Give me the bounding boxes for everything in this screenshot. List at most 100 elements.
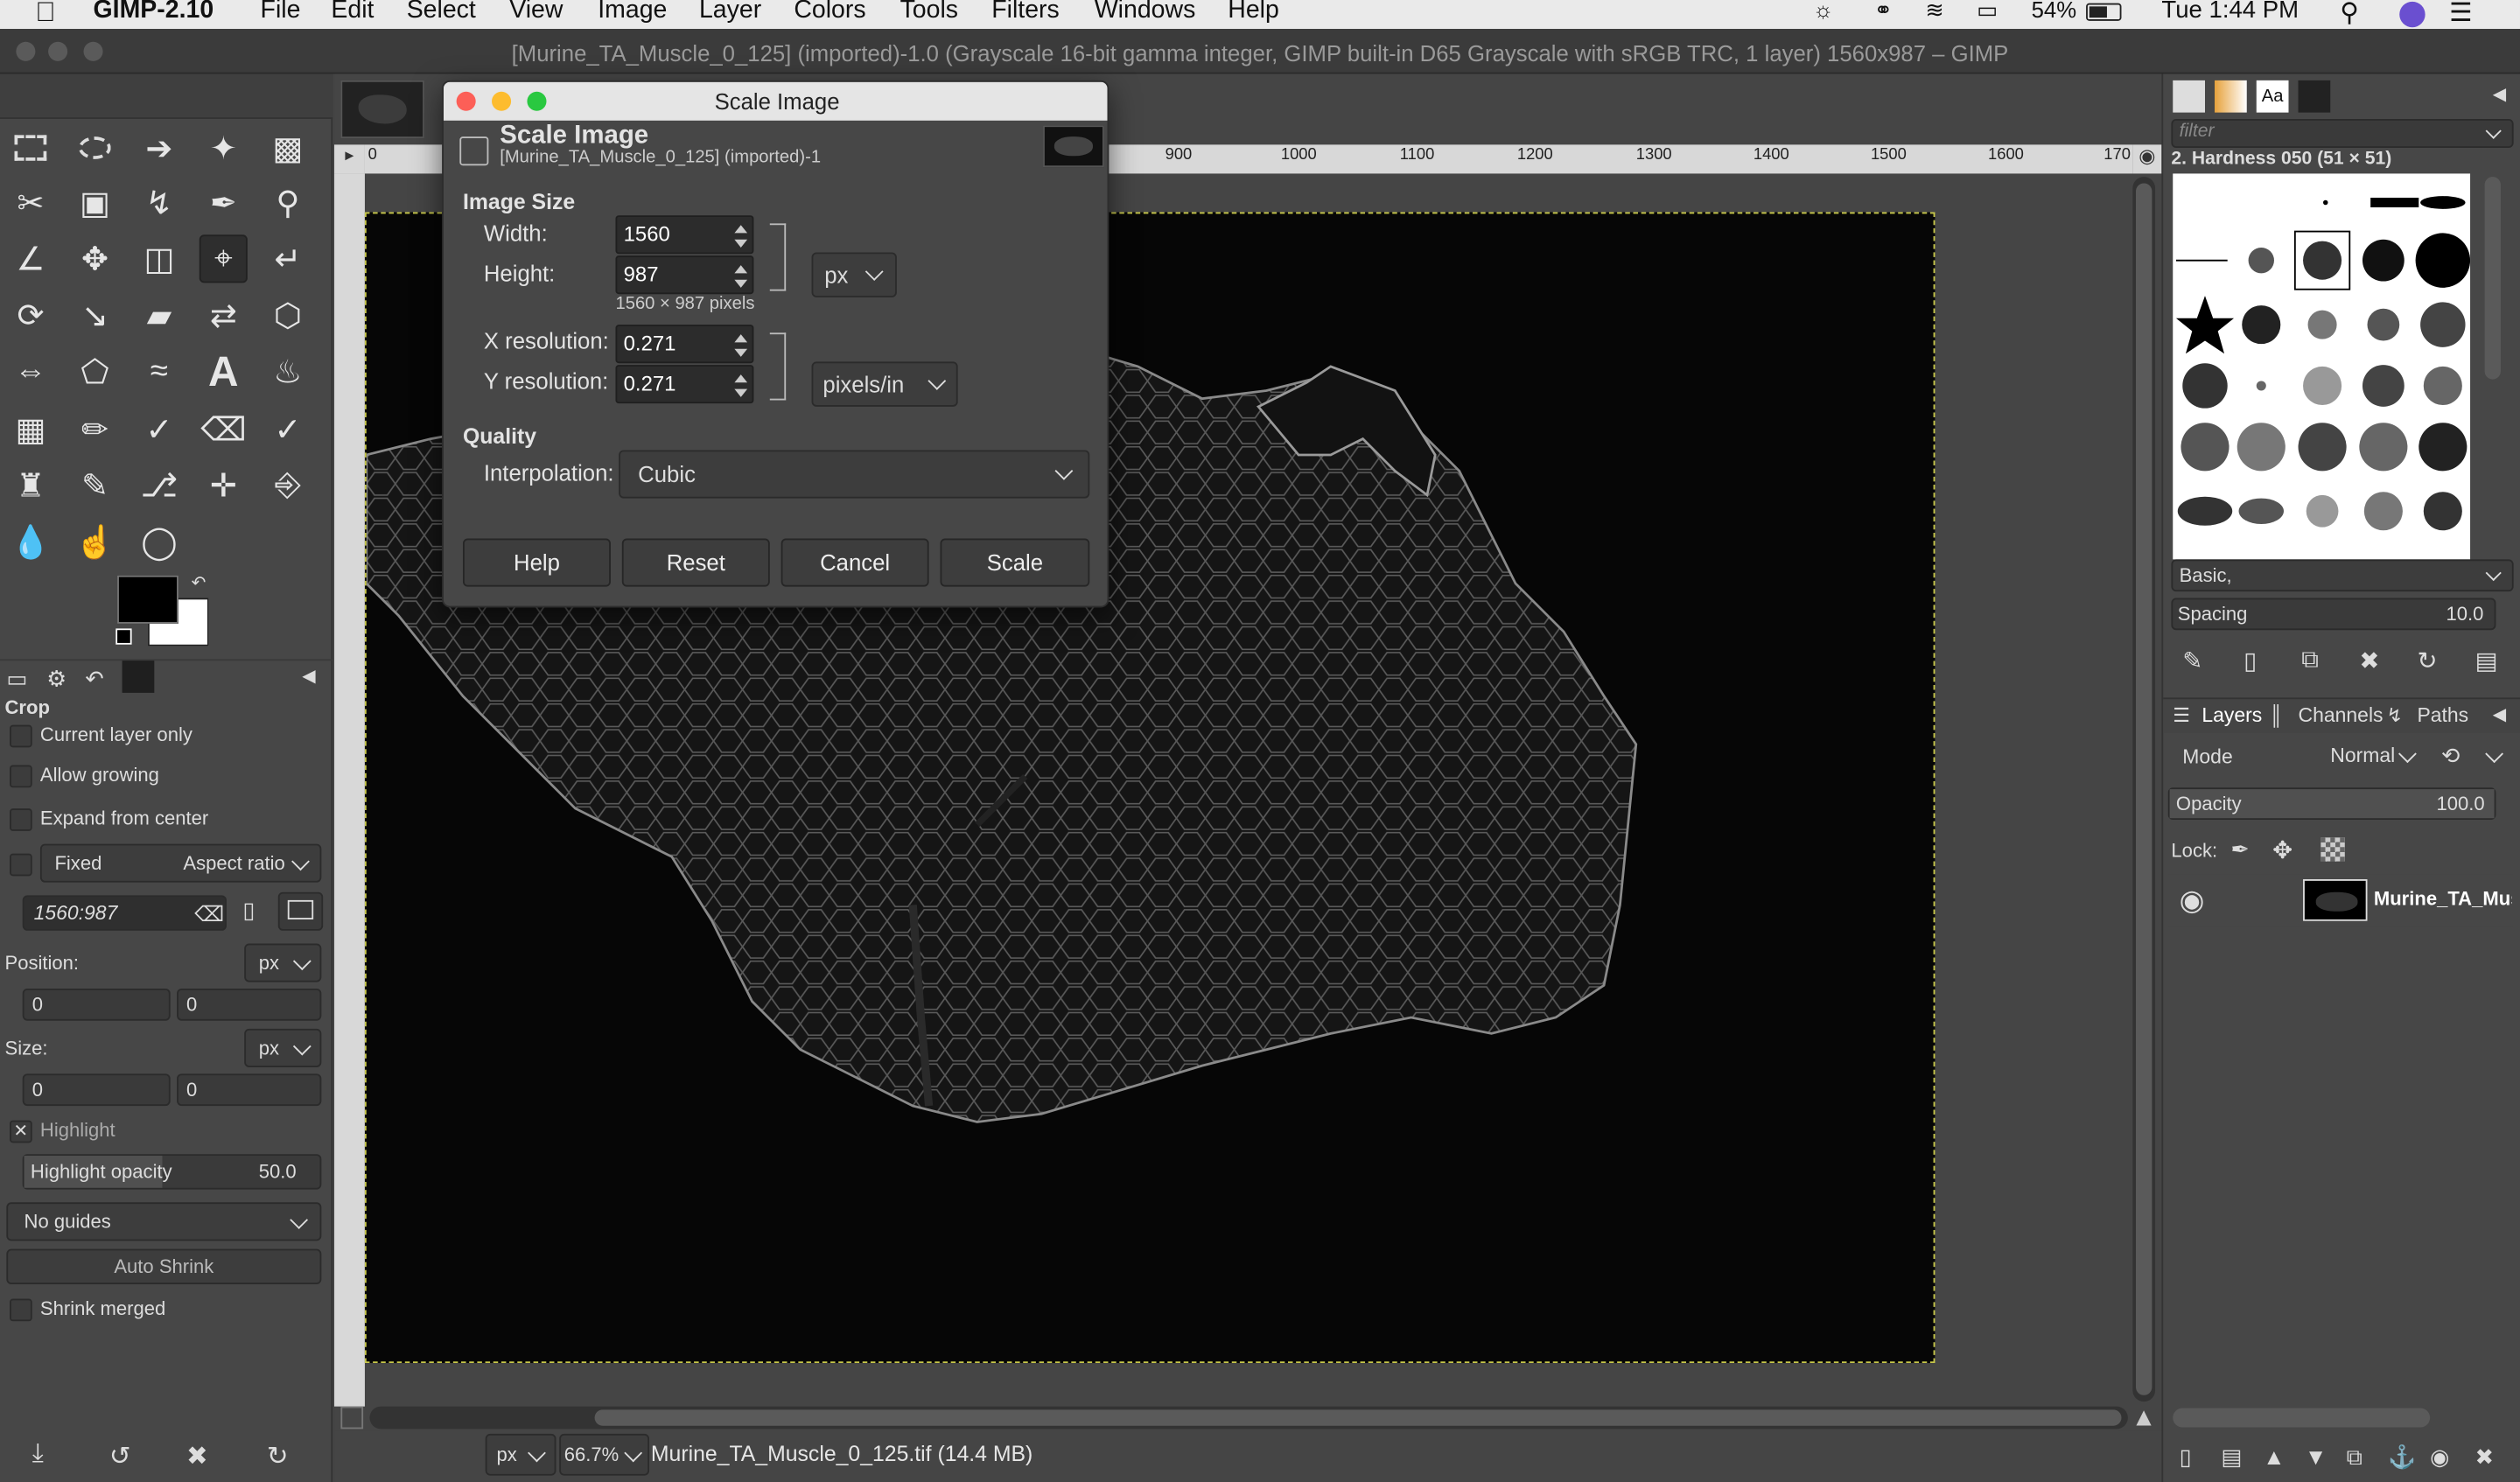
select-by-color-tool-icon[interactable]: ▩ — [263, 123, 312, 171]
apple-icon[interactable]:  — [35, 0, 55, 29]
eye-icon[interactable]: ◉ — [2180, 884, 2205, 919]
menu-filters[interactable]: Filters — [991, 0, 1060, 25]
reset-mode-icon[interactable]: ⟲ — [2441, 743, 2460, 770]
menu-file[interactable]: File — [261, 0, 301, 25]
navigate-arrow-icon[interactable]: ▲ — [2132, 1405, 2157, 1434]
delete-brush-icon[interactable]: ✖ — [2359, 647, 2379, 675]
resolution-chain-link-icon[interactable] — [769, 332, 787, 401]
bucket-fill-tool-icon[interactable]: ♨ — [263, 347, 312, 395]
interpolation-dropdown[interactable]: Cubic — [619, 450, 1090, 499]
vertical-scrollbar[interactable] — [2132, 177, 2156, 1402]
perspective-clone-tool-icon[interactable]: ⎆ — [263, 461, 312, 509]
expand-from-center-checkbox[interactable] — [10, 808, 32, 831]
device-status-tab-icon[interactable]: ⚙ — [46, 666, 66, 693]
siri-icon[interactable] — [2399, 1, 2426, 28]
duplicate-layer-icon[interactable]: ⧉ — [2347, 1444, 2362, 1471]
reset-button[interactable]: Reset — [621, 538, 770, 587]
creative-cloud-icon[interactable]: ☼ — [1813, 0, 1834, 23]
x-resolution-decrement[interactable] — [734, 348, 748, 357]
navigate-icon[interactable] — [340, 1406, 364, 1430]
zoom-dropdown[interactable]: 66.7% — [559, 1433, 650, 1476]
pencil-tool-icon[interactable]: ✏ — [71, 405, 119, 453]
layers-menu-icon[interactable]: ◀ — [2493, 704, 2507, 725]
width-decrement[interactable] — [734, 239, 748, 248]
layer-mode-dropdown[interactable]: Normal — [2320, 738, 2424, 776]
dialog-close-button[interactable] — [456, 91, 476, 111]
warp-tool-icon[interactable]: ≈ — [135, 347, 183, 395]
edit-brush-icon[interactable]: ✎ — [2182, 647, 2202, 675]
tool-options-tab-icon[interactable]: ▭ — [6, 666, 27, 693]
patterns-tab-icon[interactable] — [2215, 80, 2247, 113]
foreground-select-tool-icon[interactable]: ▣ — [71, 178, 119, 227]
allow-growing-checkbox[interactable] — [10, 765, 32, 788]
refresh-brushes-icon[interactable]: ↻ — [2417, 647, 2437, 675]
brush-grid[interactable] — [2173, 173, 2471, 560]
size-unit-dropdown[interactable]: px — [244, 1028, 322, 1067]
measure-tool-icon[interactable]: ∠ — [6, 234, 54, 283]
lock-alpha-icon[interactable] — [2320, 837, 2345, 862]
move-tool-icon[interactable]: ✥ — [71, 234, 119, 283]
configure-tab-icon[interactable]: ◀ — [302, 666, 316, 686]
vertical-scrollbar-thumb[interactable] — [2136, 183, 2152, 1395]
rect-select-tool-icon[interactable] — [6, 123, 54, 171]
lock-position-icon[interactable]: ✥ — [2272, 835, 2292, 864]
brush-filter-input[interactable]: filter — [2171, 118, 2514, 149]
lower-layer-icon[interactable]: ▼ — [2305, 1444, 2327, 1469]
menu-image[interactable]: Image — [598, 0, 667, 25]
menu-layer[interactable]: Layer — [699, 0, 761, 25]
scale-tool-icon[interactable]: ↘ — [71, 291, 119, 339]
airbrush-tool-icon[interactable]: ✓ — [263, 405, 312, 453]
x-resolution-increment[interactable] — [734, 334, 748, 343]
free-select-tool-icon[interactable]: ➔ — [135, 123, 183, 171]
align-tool-icon[interactable]: ◫ — [135, 234, 183, 283]
dodge-burn-tool-icon[interactable]: ◯ — [135, 518, 183, 566]
portrait-icon[interactable]: ▯ — [242, 897, 255, 924]
width-input[interactable]: 1560 — [615, 215, 754, 255]
size-unit-dropdown[interactable]: px — [811, 252, 897, 297]
highlight-checkbox[interactable]: ✕ — [10, 1120, 32, 1143]
blur-tool-icon[interactable]: 💧 — [6, 518, 54, 566]
new-layer-icon[interactable]: ▯ — [2180, 1444, 2192, 1471]
fixed-checkbox[interactable] — [10, 853, 32, 877]
menu-select[interactable]: Select — [407, 0, 476, 25]
clear-icon[interactable]: ⌫ — [194, 902, 224, 927]
scissors-tool-icon[interactable]: ✂ — [6, 178, 54, 227]
spacing-slider[interactable]: Spacing 10.0 — [2171, 598, 2496, 631]
fuzzy-select-tool-icon[interactable]: ✦ — [200, 123, 248, 171]
shear-tool-icon[interactable]: ▰ — [135, 291, 183, 339]
perspective-tool-icon[interactable]: ⬡ — [263, 291, 312, 339]
layers-scrollbar[interactable] — [2173, 1408, 2431, 1428]
delete-layer-icon[interactable]: ✖ — [2475, 1444, 2495, 1471]
y-resolution-input[interactable]: 0.271 — [615, 365, 754, 404]
fonts-tab-icon[interactable]: Aa — [2256, 80, 2289, 113]
layer-row[interactable]: ◉ Murine_TA_Musc — [2167, 874, 2514, 926]
tab-paths[interactable]: Paths — [2417, 704, 2468, 727]
help-button[interactable]: Help — [462, 538, 611, 587]
text-tool-icon[interactable]: A — [200, 346, 248, 395]
paths-tool-icon[interactable]: ↯ — [135, 178, 183, 227]
airplay-icon[interactable]: ▭ — [1977, 0, 1998, 24]
mypaint-brush-tool-icon[interactable]: ✎ — [71, 461, 119, 509]
size-h-input[interactable]: 0 — [177, 1073, 322, 1107]
foreground-color-swatch[interactable] — [117, 575, 178, 624]
mask-layer-icon[interactable]: ◉ — [2430, 1444, 2449, 1471]
open-brush-as-image-icon[interactable]: ▤ — [2475, 647, 2498, 675]
clone-tool-icon[interactable]: ⎇ — [135, 461, 183, 509]
cage-transform-tool-icon[interactable]: ⬠ — [71, 347, 119, 395]
dialog-minimize-button[interactable] — [492, 91, 512, 111]
current-layer-only-checkbox[interactable] — [10, 724, 32, 748]
default-colors-icon[interactable] — [116, 628, 132, 645]
size-w-input[interactable]: 0 — [22, 1073, 171, 1107]
swap-colors-icon[interactable]: ↶ — [192, 572, 206, 593]
tab-layers[interactable]: Layers — [2202, 704, 2262, 727]
position-x-input[interactable]: 0 — [22, 988, 171, 1021]
new-brush-icon[interactable]: ▯ — [2244, 647, 2257, 675]
document-history-tab-icon[interactable] — [2298, 80, 2331, 113]
dialog-zoom-button[interactable] — [527, 91, 547, 111]
scale-button[interactable]: Scale — [940, 538, 1090, 587]
new-layer-group-icon[interactable]: ▤ — [2221, 1444, 2242, 1471]
gradient-tool-icon[interactable]: ▦ — [6, 405, 54, 453]
height-input[interactable]: 987 — [615, 255, 754, 295]
height-decrement[interactable] — [734, 279, 748, 288]
position-unit-dropdown[interactable]: px — [244, 943, 322, 982]
